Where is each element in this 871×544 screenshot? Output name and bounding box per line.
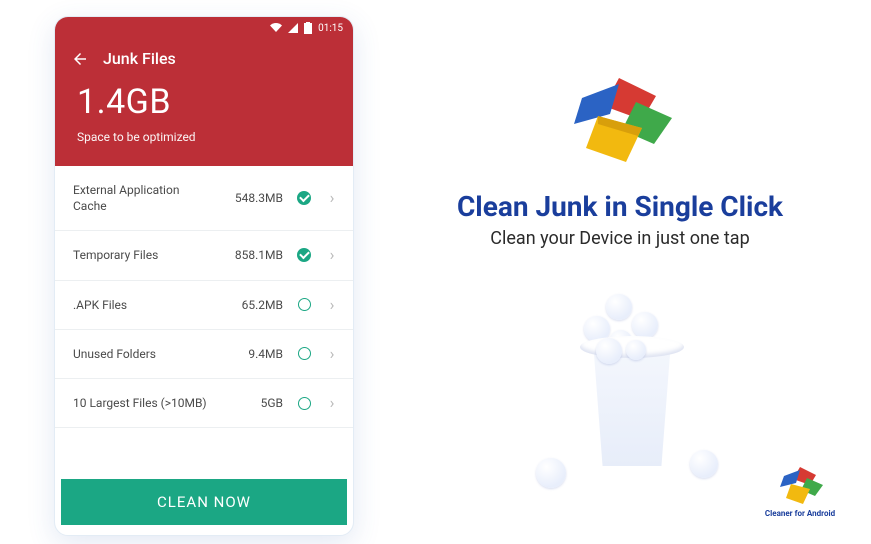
junk-row-label: Unused Folders <box>73 346 213 362</box>
junk-row[interactable]: Unused Folders 9.4MB › <box>55 330 353 379</box>
chevron-right-icon: › <box>325 395 339 411</box>
signal-icon <box>288 23 298 33</box>
wifi-icon <box>270 23 282 33</box>
junk-row-label: .APK Files <box>73 297 213 313</box>
junk-row[interactable]: 10 Largest Files (>10MB) 5GB › <box>55 379 353 428</box>
junk-row[interactable]: Temporary Files 858.1MB › <box>55 231 353 280</box>
circle-outline-icon <box>298 397 311 410</box>
circle-outline-icon <box>298 298 311 311</box>
check-circle-icon <box>297 248 311 262</box>
junk-row-size: 858.1MB <box>221 248 283 262</box>
trash-illustration <box>530 290 730 490</box>
check-circle-icon <box>297 191 311 205</box>
junk-row-label: Temporary Files <box>73 247 213 263</box>
app-bar: Junk Files <box>55 39 353 76</box>
status-bar: 01:15 <box>55 17 353 39</box>
junk-row-checkbox[interactable] <box>291 191 317 205</box>
space-value: 1.4GB <box>77 82 331 122</box>
brand-mini-label: Cleaner for Android <box>764 509 836 518</box>
junk-row-size: 548.3MB <box>221 191 283 205</box>
junk-row-size: 65.2MB <box>221 298 283 312</box>
phone-mock: 01:15 Junk Files 1.4GB Space to be optim… <box>54 16 354 536</box>
junk-row[interactable]: External Application Cache 548.3MB › <box>55 166 353 231</box>
brand-mini: Cleaner for Android <box>764 467 836 518</box>
status-time: 01:15 <box>318 23 343 34</box>
clean-now-button[interactable]: CLEAN NOW <box>61 479 347 525</box>
brand-icon <box>564 78 674 164</box>
junk-row-checkbox[interactable] <box>291 397 317 410</box>
junk-row-size: 9.4MB <box>221 347 283 361</box>
chevron-right-icon: › <box>325 346 339 362</box>
junk-row-checkbox[interactable] <box>291 248 317 262</box>
circle-outline-icon <box>298 347 311 360</box>
chevron-right-icon: › <box>325 247 339 263</box>
junk-row-size: 5GB <box>221 396 283 410</box>
junk-row-label: External Application Cache <box>73 182 213 214</box>
junk-list: External Application Cache548.3MB›Tempor… <box>55 166 353 473</box>
battery-icon <box>304 22 312 34</box>
junk-row-checkbox[interactable] <box>291 298 317 311</box>
promo-headline: Clean Junk in Single Click <box>380 190 860 223</box>
junk-row[interactable]: .APK Files 65.2MB › <box>55 281 353 330</box>
junk-row-checkbox[interactable] <box>291 347 317 360</box>
page-title: Junk Files <box>103 49 176 68</box>
space-subtitle: Space to be optimized <box>77 130 331 144</box>
junk-row-label: 10 Largest Files (>10MB) <box>73 395 213 411</box>
promo-subline: Clean your Device in just one tap <box>380 228 860 249</box>
brand-mini-icon <box>776 467 824 505</box>
chevron-right-icon: › <box>325 297 339 313</box>
chevron-right-icon: › <box>325 190 339 206</box>
hero: 1.4GB Space to be optimized <box>55 76 353 166</box>
back-icon[interactable] <box>71 50 89 68</box>
promo-panel: Clean Junk in Single Click Clean your De… <box>380 0 860 544</box>
